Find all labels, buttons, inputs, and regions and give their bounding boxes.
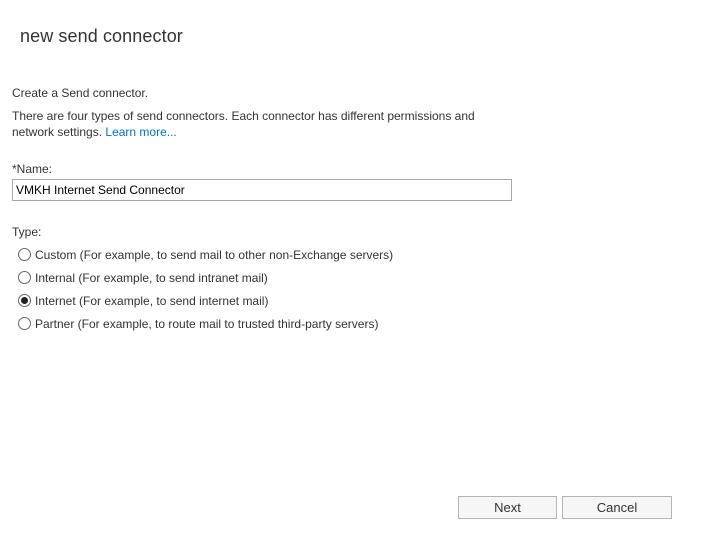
radio-label-internet: Internet (For example, to send internet …: [35, 293, 269, 308]
radio-button-partner[interactable]: [18, 317, 31, 330]
name-label: *Name:: [12, 162, 53, 176]
cancel-button[interactable]: Cancel: [562, 496, 672, 519]
radio-option-partner[interactable]: Partner (For example, to route mail to t…: [18, 312, 393, 335]
radio-button-internal[interactable]: [18, 271, 31, 284]
radio-button-custom[interactable]: [18, 248, 31, 261]
next-button[interactable]: Next: [458, 496, 557, 519]
page-title: new send connector: [20, 26, 183, 46]
radio-label-internal: Internal (For example, to send intranet …: [35, 270, 268, 285]
radio-label-partner: Partner (For example, to route mail to t…: [35, 316, 379, 331]
radio-option-internet[interactable]: Internet (For example, to send internet …: [18, 289, 393, 312]
type-radio-group: Custom (For example, to send mail to oth…: [18, 243, 393, 335]
radio-label-custom: Custom (For example, to send mail to oth…: [35, 247, 394, 262]
intro-text: Create a Send connector.: [12, 86, 149, 100]
radio-button-internet[interactable]: [18, 294, 31, 307]
radio-option-internal[interactable]: Internal (For example, to send intranet …: [18, 266, 393, 289]
description-body: There are four types of send connectors.…: [12, 109, 475, 139]
description-text: There are four types of send connectors.…: [12, 108, 502, 140]
radio-option-custom[interactable]: Custom (For example, to send mail to oth…: [18, 243, 393, 266]
type-label: Type:: [12, 225, 42, 239]
name-input[interactable]: [12, 179, 512, 201]
learn-more-link[interactable]: Learn more...: [105, 125, 176, 139]
